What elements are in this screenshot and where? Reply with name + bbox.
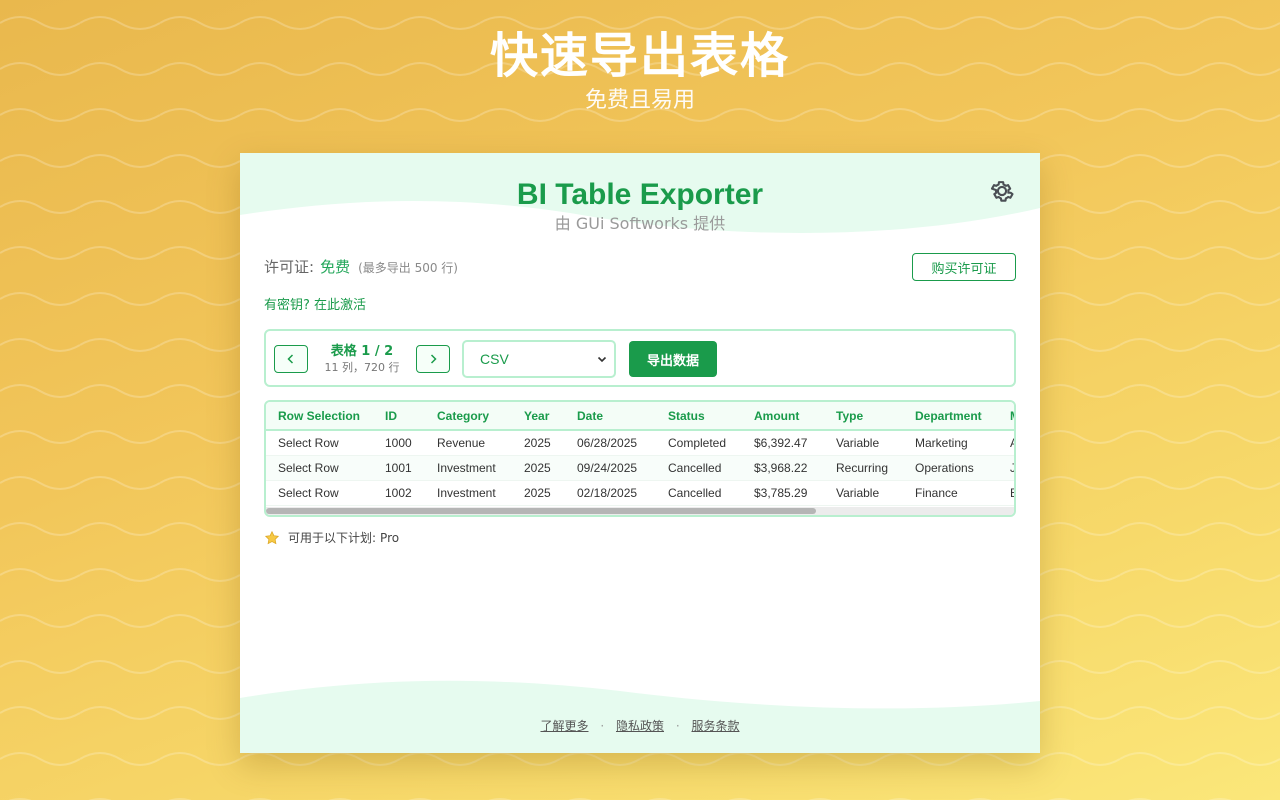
table-cell: Variable	[824, 430, 903, 456]
export-toolbar: 表格 1 / 2 11 列，720 行 CSV 导出数据	[264, 329, 1016, 387]
table-cell: Marketing	[903, 430, 998, 456]
table-cell: Investment	[425, 480, 512, 506]
star-icon	[264, 530, 280, 544]
column-header: Year	[512, 402, 565, 431]
footer-wave	[240, 680, 1040, 753]
previous-table-button[interactable]	[274, 345, 308, 373]
table-cell: Cancelled	[656, 455, 742, 481]
table-cell: 1000	[373, 430, 425, 456]
format-select[interactable]: CSV	[462, 340, 616, 378]
data-table: Row Selection ID Category Year Date Stat…	[266, 402, 1014, 506]
column-header: Amount	[742, 402, 824, 431]
table-meta: 11 列，720 行	[324, 361, 400, 374]
footer-separator: ·	[600, 719, 605, 733]
table-cell: E	[998, 480, 1014, 506]
app-subtitle: 由 GUi Softworks 提供	[554, 214, 726, 233]
table-cell: $3,785.29	[742, 480, 824, 506]
learn-more-link[interactable]: 了解更多	[540, 719, 588, 733]
settings-button[interactable]	[988, 177, 1016, 205]
hero-title: 快速导出表格	[489, 28, 790, 84]
column-header: Department	[903, 402, 998, 431]
license-info: 许可证: 免费 (最多导出 500 行)	[264, 256, 458, 280]
table-row[interactable]: Select Row 1002 Investment 2025 02/18/20…	[266, 480, 1014, 506]
column-header: ID	[373, 402, 425, 431]
table-cell: 2025	[512, 455, 565, 481]
table-cell: Variable	[824, 480, 903, 506]
license-value: 免费	[320, 258, 351, 276]
table-cell: 06/28/2025	[565, 430, 656, 456]
activate-key-link[interactable]: 有密钥? 在此激活	[264, 294, 366, 313]
column-header: Row Selection	[266, 402, 373, 431]
table-row[interactable]: Select Row 1001 Investment 2025 09/24/20…	[266, 455, 1014, 481]
table-cell: J	[998, 455, 1014, 481]
column-header: Type	[824, 402, 903, 431]
table-cell[interactable]: Select Row	[266, 455, 373, 481]
footer-links: 了解更多 · 隐私政策 · 服务条款	[240, 717, 1040, 734]
chevron-right-icon	[430, 354, 437, 364]
table-row[interactable]: Select Row 1000 Revenue 2025 06/28/2025 …	[266, 430, 1014, 456]
column-header: Status	[656, 402, 742, 431]
hero-subtitle: 免费且易用	[584, 88, 695, 113]
table-cell: 1001	[373, 455, 425, 481]
table-cell[interactable]: Select Row	[266, 480, 373, 506]
plan-availability: 可用于以下计划: Pro	[264, 529, 399, 546]
chevron-left-icon	[287, 354, 294, 364]
table-cell: Recurring	[824, 455, 903, 481]
footer-separator: ·	[675, 719, 680, 733]
table-info: 表格 1 / 2 11 列，720 行	[316, 343, 408, 375]
table-cell: $6,392.47	[742, 430, 824, 456]
next-table-button[interactable]	[416, 345, 450, 373]
table-name: 表格 1 / 2	[330, 344, 394, 359]
export-data-button[interactable]: 导出数据	[629, 341, 717, 377]
scrollbar-thumb[interactable]	[266, 508, 816, 514]
table-cell: A	[998, 430, 1014, 456]
buy-license-button[interactable]: 购买许可证	[912, 253, 1016, 281]
table-cell: 2025	[512, 480, 565, 506]
plan-value: Pro	[380, 530, 400, 545]
table-cell: 2025	[512, 430, 565, 456]
column-header: Category	[425, 402, 512, 431]
table-cell: Finance	[903, 480, 998, 506]
format-select-value: CSV	[480, 351, 509, 367]
app-window: BI Table Exporter 由 GUi Softworks 提供 许可证…	[240, 153, 1040, 753]
table-cell: Completed	[656, 430, 742, 456]
column-header: Date	[565, 402, 656, 431]
license-label: 许可证:	[264, 258, 315, 276]
table-cell: 1002	[373, 480, 425, 506]
app-title: BI Table Exporter	[516, 178, 764, 211]
license-note: (最多导出 500 行)	[358, 261, 458, 275]
data-table-container: Row Selection ID Category Year Date Stat…	[264, 400, 1016, 517]
hero-banner: 快速导出表格 免费且易用	[0, 28, 1280, 116]
table-cell: Operations	[903, 455, 998, 481]
column-header: M	[998, 402, 1014, 431]
table-cell: 02/18/2025	[565, 480, 656, 506]
terms-of-service-link[interactable]: 服务条款	[691, 719, 739, 733]
table-cell: Cancelled	[656, 480, 742, 506]
table-header-row: Row Selection ID Category Year Date Stat…	[266, 402, 1014, 431]
plan-label: 可用于以下计划:	[288, 531, 377, 545]
table-cell[interactable]: Select Row	[266, 430, 373, 456]
table-cell: $3,968.22	[742, 455, 824, 481]
privacy-policy-link[interactable]: 隐私政策	[616, 719, 664, 733]
table-cell: Investment	[425, 455, 512, 481]
horizontal-scrollbar[interactable]	[266, 507, 1014, 515]
table-cell: 09/24/2025	[565, 455, 656, 481]
table-cell: Revenue	[425, 430, 512, 456]
gear-icon	[990, 181, 1014, 202]
chevron-down-icon	[597, 356, 607, 363]
